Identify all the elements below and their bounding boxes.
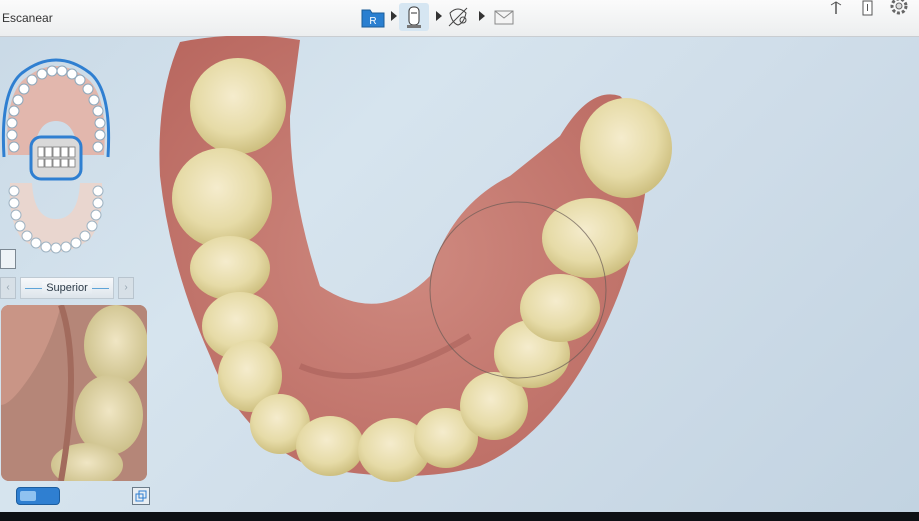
camera-preview xyxy=(1,305,147,481)
step-arrow xyxy=(479,11,485,21)
next-view-button[interactable]: › xyxy=(118,277,134,299)
prescription-step-button[interactable]: R xyxy=(361,5,385,29)
battery-icon[interactable] xyxy=(858,0,878,20)
review-step-button[interactable] xyxy=(446,5,470,29)
view-label-text: Superior xyxy=(42,282,92,294)
expand-preview-button[interactable] xyxy=(132,487,150,505)
view-navigator: ‹ Superior › xyxy=(0,277,140,299)
scanner-wand-icon xyxy=(407,6,421,28)
prev-view-button[interactable]: ‹ xyxy=(0,277,16,299)
lower-arch-button[interactable] xyxy=(8,183,104,254)
model-check-icon xyxy=(448,7,468,27)
toggle-knob xyxy=(20,491,36,501)
tooth-tool-icon[interactable] xyxy=(0,249,16,269)
scan-3d-model[interactable] xyxy=(150,36,710,512)
scan-screen: Escanear R ‹ Superior › xyxy=(0,0,919,512)
step-arrow xyxy=(391,11,397,21)
prescription-r-icon: R xyxy=(361,9,385,28)
preview-toggle[interactable] xyxy=(16,487,60,505)
step-arrow xyxy=(436,11,442,21)
window-title: Escanear xyxy=(2,11,53,25)
expand-icon xyxy=(135,490,147,502)
arch-selector[interactable] xyxy=(0,51,112,263)
envelope-icon xyxy=(494,10,514,25)
upper-arch-button[interactable] xyxy=(1,58,111,181)
left-sidebar: ‹ Superior › xyxy=(0,37,150,512)
scan-step-button[interactable] xyxy=(399,3,429,31)
antenna-icon[interactable] xyxy=(826,0,846,20)
camera-preview-image xyxy=(1,305,147,481)
top-toolbar: Escanear R xyxy=(0,0,919,37)
send-step-button[interactable] xyxy=(492,5,516,29)
view-label: Superior xyxy=(20,277,114,299)
prescription-r-label: R xyxy=(369,16,376,27)
settings-gear-icon[interactable] xyxy=(888,0,908,20)
